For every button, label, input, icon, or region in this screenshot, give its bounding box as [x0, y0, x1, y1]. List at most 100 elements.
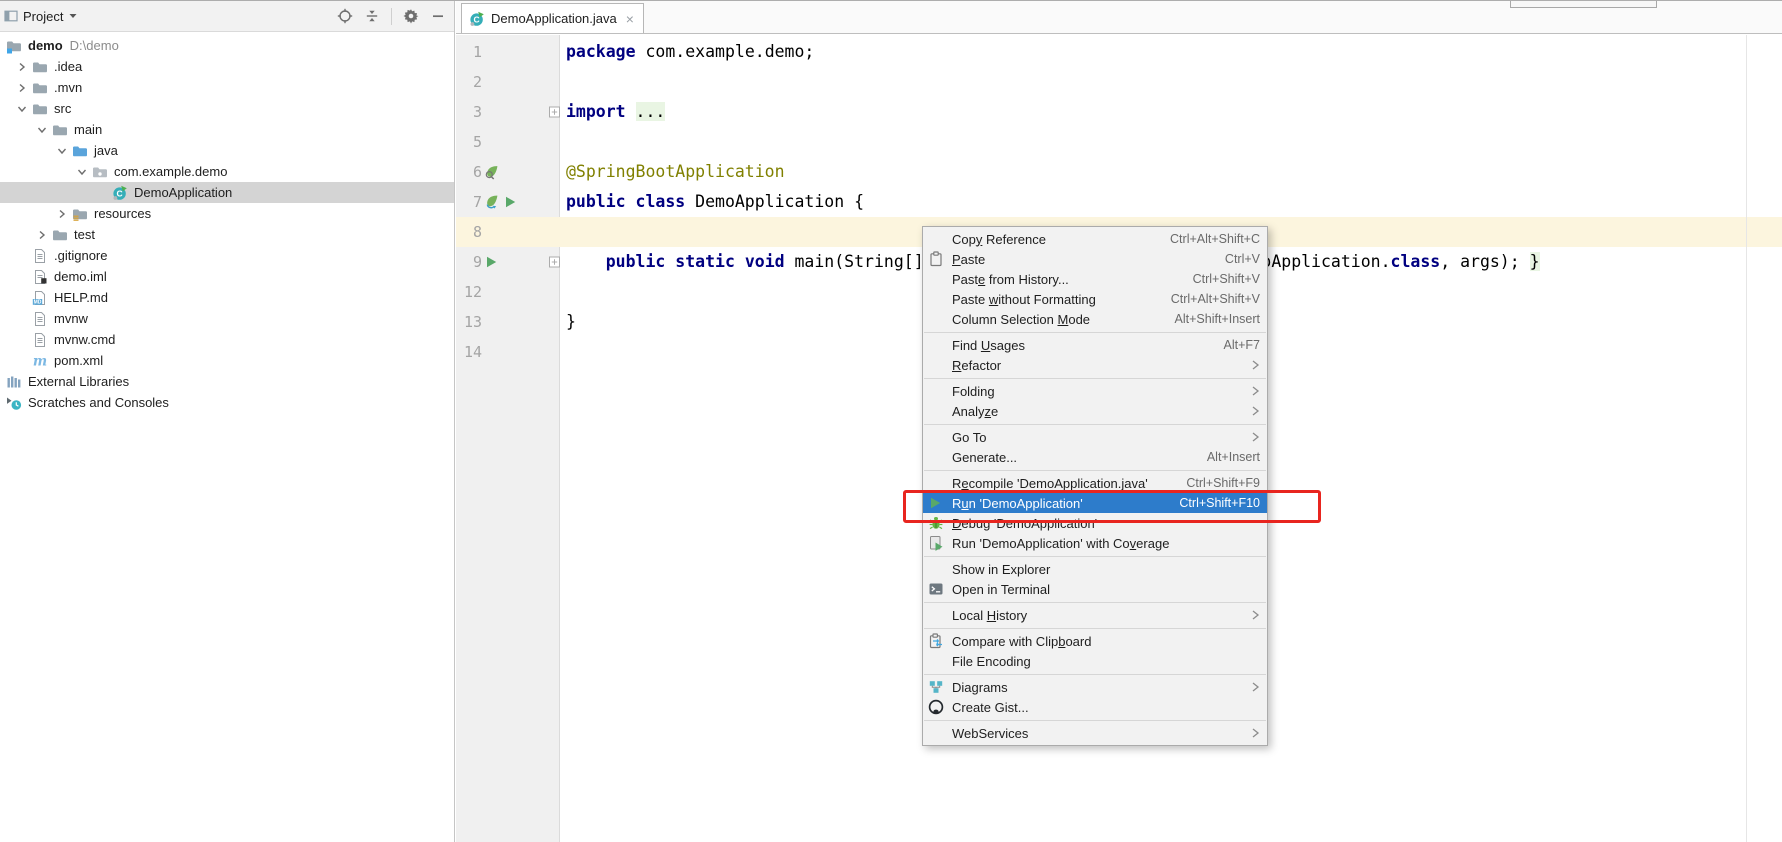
menu-item-shortcut: Alt+Shift+Insert [1174, 312, 1260, 326]
github-icon [928, 699, 947, 715]
menu-item-label: Run 'DemoApplication' [952, 495, 1083, 511]
fold-expand-marker[interactable] [549, 106, 560, 118]
menu-item-copy-reference[interactable]: Copy Reference Ctrl+Alt+Shift+C [923, 229, 1267, 249]
tree-item-test[interactable]: test [0, 224, 454, 245]
menu-item-recompile-demoapplication-java[interactable]: Recompile 'DemoApplication.java' Ctrl+Shi… [923, 473, 1267, 493]
project-panel-title[interactable]: Project [23, 9, 63, 24]
chevron-down-icon[interactable] [32, 123, 52, 137]
menu-item-paste-from-history[interactable]: Paste from History... Ctrl+Shift+V [923, 269, 1267, 289]
diagrams-icon [928, 679, 947, 695]
tree-item-external-libraries[interactable]: External Libraries [0, 371, 454, 392]
close-icon[interactable]: × [626, 11, 634, 27]
menu-item-shortcut: Ctrl+Alt+Shift+V [1170, 292, 1260, 306]
folder-source-icon [72, 143, 88, 159]
file-iml-icon [32, 269, 48, 285]
tree-item-demo[interactable]: demo D:\demo [0, 35, 454, 56]
menu-item-find-usages[interactable]: Find Usages Alt+F7 [923, 335, 1267, 355]
tree-item-src[interactable]: src [0, 98, 454, 119]
file-iml-icon [32, 269, 50, 285]
tree-item-mvn[interactable]: .mvn [0, 77, 454, 98]
menu-item-local-history[interactable]: Local History [923, 605, 1267, 625]
tree-item-mvnw-cmd[interactable]: mvnw.cmd [0, 329, 454, 350]
settings-button[interactable] [403, 8, 419, 24]
submenu-arrow-icon [1251, 385, 1260, 397]
tree-item-idea[interactable]: .idea [0, 56, 454, 77]
tree-item-help-md[interactable]: MD HELP.md [0, 287, 454, 308]
menu-item-diagrams[interactable]: Diagrams [923, 677, 1267, 697]
menu-item-folding[interactable]: Folding [923, 381, 1267, 401]
folder-resources-icon [72, 206, 88, 222]
menu-item-go-to[interactable]: Go To [923, 427, 1267, 447]
line-number: 5 [472, 133, 482, 151]
menu-item-create-gist[interactable]: Create Gist... [923, 697, 1267, 717]
chevron-down-icon[interactable] [72, 165, 92, 179]
tree-item-com-example-demo[interactable]: com.example.demo [0, 161, 454, 182]
tree-item-label: mvnw [54, 311, 88, 326]
menu-item-paste[interactable]: Paste Ctrl+V [923, 249, 1267, 269]
chevron-right-icon[interactable] [52, 207, 72, 221]
folder-icon [32, 101, 48, 117]
tree-item-pom-xml[interactable]: m pom.xml [0, 350, 454, 371]
line-number: 14 [463, 343, 482, 361]
line-number: 7 [472, 193, 482, 211]
tree-item-demo-iml[interactable]: demo.iml [0, 266, 454, 287]
menu-item-file-encoding[interactable]: File Encoding [923, 651, 1267, 671]
tree-item-mvnw[interactable]: mvnw [0, 308, 454, 329]
menu-item-label: Diagrams [952, 679, 1008, 695]
chevron-down-icon[interactable] [52, 144, 72, 158]
code-segment: import [566, 102, 636, 121]
folder-icon [32, 59, 50, 75]
menu-item-label: Open in Terminal [952, 581, 1051, 597]
spring-bean-icon[interactable] [484, 164, 500, 180]
tree-item-resources[interactable]: resources [0, 203, 454, 224]
class-run-icon: C [112, 185, 128, 201]
chevron-right-icon[interactable] [12, 81, 32, 95]
spring-run-icon[interactable] [484, 194, 500, 210]
menu-item-right [1251, 609, 1260, 621]
menu-item-label: WebServices [952, 725, 1029, 741]
toolbar-separator [391, 7, 392, 25]
tree-item-main[interactable]: main [0, 119, 454, 140]
menu-item-open-in-terminal[interactable]: Open in Terminal [923, 579, 1267, 599]
menu-item-paste-without-formatting[interactable]: Paste without Formatting Ctrl+Alt+Shift+V [923, 289, 1267, 309]
menu-separator [924, 719, 1266, 721]
chevron-right-icon[interactable] [12, 60, 32, 74]
paste-icon [928, 251, 944, 267]
svg-text:MD: MD [34, 299, 42, 305]
chevron-down-icon [35, 123, 49, 137]
folder-icon [32, 80, 48, 96]
tab-demoapplication-java[interactable]: C DemoApplication.java × [461, 3, 644, 33]
menu-item-run-demoapplication-with-coverage[interactable]: Run 'DemoApplication' with Coverage [923, 533, 1267, 553]
submenu-arrow-icon [1251, 609, 1260, 621]
submenu-arrow-icon [1251, 681, 1260, 693]
chevron-right-icon[interactable] [32, 228, 52, 242]
run-icon[interactable] [503, 195, 517, 209]
tree-item-demoapplication[interactable]: C DemoApplication [0, 182, 454, 203]
menu-item-right [1251, 385, 1260, 397]
toolbar-run-combo-fragment [1510, 1, 1657, 8]
menu-item-column-selection-mode[interactable]: Column Selection Mode Alt+Shift+Insert [923, 309, 1267, 329]
menu-item-webservices[interactable]: WebServices [923, 723, 1267, 743]
tree-item-java[interactable]: java [0, 140, 454, 161]
chevron-down-icon[interactable] [12, 102, 32, 116]
menu-item-refactor[interactable]: Refactor [923, 355, 1267, 375]
fold-expand-icon [549, 106, 560, 118]
menu-item-analyze[interactable]: Analyze [923, 401, 1267, 421]
tree-item-gitignore[interactable]: .gitignore [0, 245, 454, 266]
code-text: @SpringBootApplication [566, 157, 785, 187]
locate-button[interactable] [337, 8, 353, 24]
menu-item-show-in-explorer[interactable]: Show in Explorer [923, 559, 1267, 579]
run-icon[interactable] [484, 255, 498, 269]
tree-item-scratches-and-consoles[interactable]: Scratches and Consoles [0, 392, 454, 413]
menu-item-label: Paste without Formatting [952, 291, 1096, 307]
project-folder-icon [6, 38, 22, 54]
menu-item-debug-demoapplication[interactable]: Debug 'DemoApplication' [923, 513, 1267, 533]
fold-expand-marker[interactable] [549, 256, 560, 268]
menu-item-compare-with-clipboard[interactable]: Compare with Clipboard [923, 631, 1267, 651]
menu-item-generate[interactable]: Generate... Alt+Insert [923, 447, 1267, 467]
chevron-down-icon[interactable] [68, 11, 78, 21]
collapse-all-button[interactable] [364, 8, 380, 24]
menu-item-run-demoapplication[interactable]: Run 'DemoApplication' Ctrl+Shift+F10 [923, 493, 1267, 513]
hide-button[interactable] [430, 8, 446, 24]
chevron-down-icon [15, 102, 29, 116]
